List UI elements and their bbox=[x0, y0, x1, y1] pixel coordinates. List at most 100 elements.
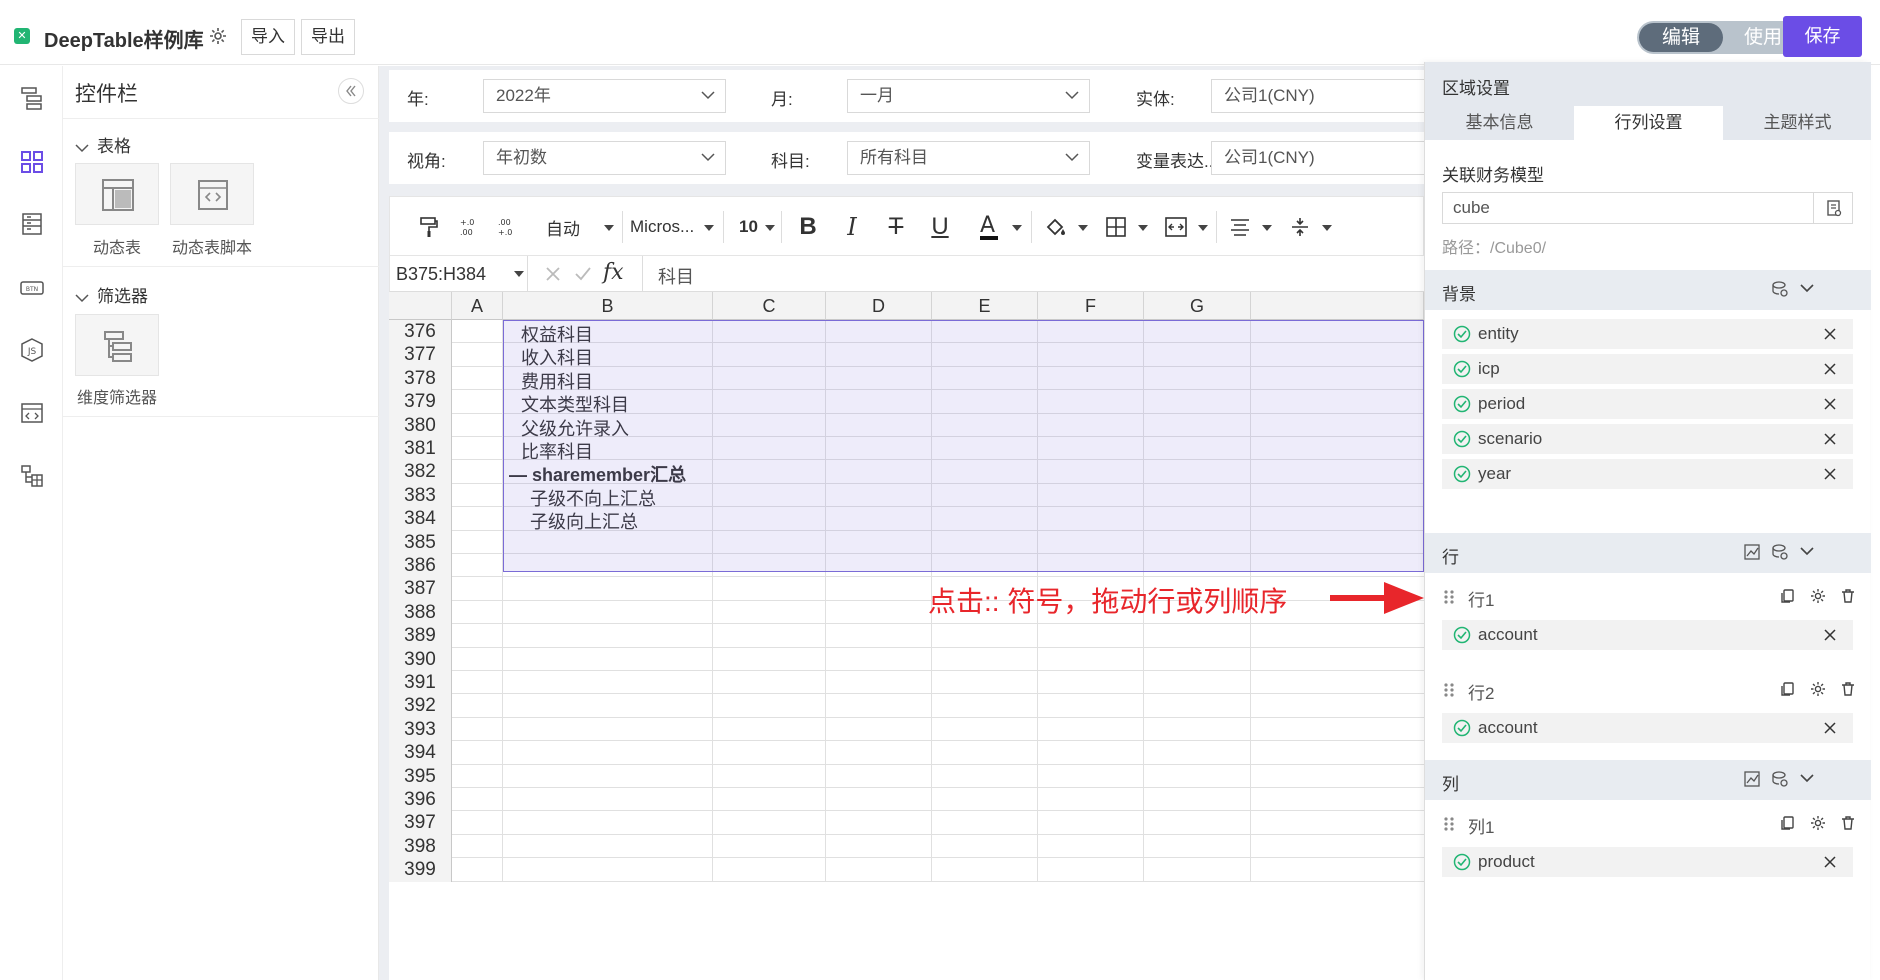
background-dimension-entity[interactable]: entity bbox=[1442, 319, 1853, 349]
row-header[interactable]: 377 bbox=[389, 343, 452, 367]
drag-handle-icon[interactable] bbox=[1442, 589, 1456, 605]
grid-cell[interactable] bbox=[826, 507, 932, 531]
grid-cell[interactable] bbox=[713, 530, 826, 554]
grid-cell[interactable] bbox=[452, 413, 503, 437]
grid-cell[interactable] bbox=[452, 437, 503, 461]
grid-cell[interactable] bbox=[1038, 343, 1144, 367]
row-header[interactable]: 380 bbox=[389, 413, 452, 437]
row-header[interactable]: 393 bbox=[389, 717, 452, 742]
row-header[interactable]: 391 bbox=[389, 671, 452, 695]
grid-cell[interactable] bbox=[503, 788, 713, 812]
background-dimension-year[interactable]: year bbox=[1442, 459, 1853, 489]
grid-cell[interactable] bbox=[713, 647, 826, 671]
grid-cell[interactable] bbox=[1038, 554, 1144, 578]
grid-cell[interactable] bbox=[503, 764, 713, 788]
column-header-f[interactable]: F bbox=[1038, 292, 1144, 320]
row-header[interactable]: 378 bbox=[389, 366, 452, 391]
remove-icon[interactable] bbox=[1823, 397, 1837, 411]
remove-icon[interactable] bbox=[1823, 721, 1837, 735]
grid-cell[interactable] bbox=[503, 694, 713, 718]
chart-add-icon[interactable] bbox=[1743, 543, 1761, 561]
widgets-grid-icon[interactable] bbox=[20, 150, 44, 174]
grid-cell[interactable] bbox=[713, 577, 826, 601]
grid-cell[interactable] bbox=[1144, 530, 1251, 554]
row-header[interactable]: 379 bbox=[389, 390, 452, 414]
drag-handle-icon[interactable] bbox=[1442, 682, 1456, 698]
grid-cell[interactable] bbox=[1144, 811, 1251, 835]
dynamic-table-script-widget[interactable] bbox=[170, 163, 254, 225]
increase-decimal-icon[interactable]: +.0.00 bbox=[454, 197, 484, 257]
grid-cell[interactable] bbox=[932, 788, 1038, 812]
grid-cell[interactable] bbox=[713, 413, 826, 437]
grid-cell[interactable] bbox=[452, 671, 503, 695]
grid-cell[interactable] bbox=[826, 437, 932, 461]
settings-gear-icon[interactable] bbox=[208, 26, 228, 46]
function-fx-icon[interactable]: fx bbox=[603, 260, 624, 285]
grid-cell[interactable] bbox=[452, 834, 503, 859]
tab-theme-style[interactable]: 主题样式 bbox=[1723, 106, 1872, 140]
grid-cell[interactable] bbox=[713, 366, 826, 391]
grid-cell[interactable] bbox=[1038, 764, 1144, 788]
save-button[interactable]: 保存 bbox=[1783, 16, 1862, 57]
grid-cell[interactable] bbox=[826, 366, 932, 391]
font-color-icon[interactable]: A bbox=[968, 197, 1028, 257]
row-header[interactable]: 388 bbox=[389, 600, 452, 625]
grid-cell[interactable] bbox=[1038, 741, 1144, 765]
row-header[interactable]: 382 bbox=[389, 460, 452, 484]
grid-cell[interactable] bbox=[452, 858, 503, 882]
grid-cell[interactable] bbox=[826, 577, 932, 601]
grid-cell[interactable] bbox=[932, 530, 1038, 554]
grid-cell[interactable] bbox=[932, 390, 1038, 414]
italic-icon[interactable]: I bbox=[834, 197, 870, 257]
format-painter-icon[interactable] bbox=[414, 197, 444, 257]
row-header[interactable]: 383 bbox=[389, 483, 452, 508]
dimension-settings-icon[interactable] bbox=[1771, 280, 1789, 298]
grid-cell[interactable] bbox=[1038, 530, 1144, 554]
row-header[interactable]: 387 bbox=[389, 577, 452, 601]
grid-cell[interactable] bbox=[713, 764, 826, 788]
grid-cell[interactable] bbox=[452, 811, 503, 835]
grid-cell[interactable] bbox=[503, 530, 713, 554]
grid-cell[interactable] bbox=[1144, 694, 1251, 718]
grid-cell[interactable] bbox=[932, 811, 1038, 835]
column-header-d[interactable]: D bbox=[826, 292, 932, 320]
grid-cell[interactable] bbox=[503, 624, 713, 648]
grid-cell[interactable] bbox=[713, 671, 826, 695]
grid-cell[interactable] bbox=[452, 717, 503, 742]
gear-icon[interactable] bbox=[1809, 587, 1827, 605]
grid-cell[interactable] bbox=[1038, 483, 1144, 508]
grid-cell[interactable] bbox=[503, 671, 713, 695]
table-tree-icon[interactable] bbox=[20, 464, 44, 488]
grid-cell[interactable] bbox=[452, 741, 503, 765]
grid-cell[interactable] bbox=[1144, 483, 1251, 508]
variable-expression-select[interactable]: 公司1(CNY) bbox=[1211, 141, 1431, 175]
grid-cell[interactable] bbox=[826, 788, 932, 812]
model-input[interactable]: cube bbox=[1442, 192, 1853, 224]
grid-cell[interactable] bbox=[713, 624, 826, 648]
grid-cell[interactable] bbox=[932, 437, 1038, 461]
grid-cell[interactable] bbox=[826, 343, 932, 367]
import-button[interactable]: 导入 bbox=[241, 19, 295, 55]
grid-cell[interactable] bbox=[1144, 764, 1251, 788]
grid-cell[interactable] bbox=[503, 554, 713, 578]
grid-cell[interactable] bbox=[1038, 858, 1144, 882]
grid-cell[interactable] bbox=[452, 554, 503, 578]
grid-cell[interactable] bbox=[503, 858, 713, 882]
grid-cell[interactable] bbox=[1038, 413, 1144, 437]
grid-cell[interactable] bbox=[503, 600, 713, 625]
grid-cell[interactable] bbox=[1038, 320, 1144, 344]
background-dimension-icp[interactable]: icp bbox=[1442, 354, 1853, 384]
grid-cell[interactable] bbox=[713, 320, 826, 344]
grid-cell[interactable] bbox=[452, 577, 503, 601]
model-picker-icon[interactable] bbox=[1813, 193, 1853, 223]
grid-cell[interactable] bbox=[1038, 717, 1144, 742]
grid-cell[interactable] bbox=[932, 320, 1038, 344]
remove-icon[interactable] bbox=[1823, 327, 1837, 341]
grid-cell[interactable] bbox=[932, 366, 1038, 391]
column-header-e[interactable]: E bbox=[932, 292, 1038, 320]
grid-cell[interactable] bbox=[452, 647, 503, 671]
row-header[interactable]: 398 bbox=[389, 834, 452, 859]
vertical-align-icon[interactable] bbox=[1280, 197, 1336, 257]
chevron-down-icon[interactable] bbox=[1799, 545, 1815, 557]
grid-cell[interactable] bbox=[1144, 741, 1251, 765]
